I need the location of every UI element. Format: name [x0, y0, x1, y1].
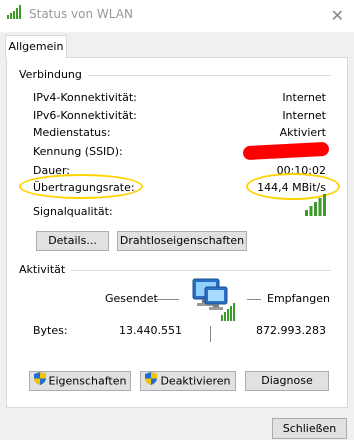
tab-panel: Verbindung IPv4-Konnektivität: Internet …	[6, 57, 348, 408]
close-button[interactable]: Schließen	[272, 418, 347, 439]
bytes-label: Bytes:	[33, 324, 68, 337]
ipv4-value: Internet	[282, 91, 326, 104]
tab-allgemein[interactable]: Allgemein	[5, 35, 67, 58]
properties-button[interactable]: Eigenschaften	[29, 371, 131, 391]
received-line	[247, 299, 261, 300]
shield-icon	[33, 372, 46, 391]
activity-divider	[210, 326, 211, 342]
highlight-ellipse	[19, 174, 143, 199]
media-status-value: Aktiviert	[279, 126, 326, 139]
network-computers-icon	[187, 275, 239, 328]
diagnose-button[interactable]: Diagnose	[245, 371, 329, 391]
bytes-received-value: 872.993.283	[256, 324, 326, 337]
redaction-mark	[242, 141, 330, 161]
activity-group-label: Aktivität	[19, 263, 72, 276]
received-label: Empfangen	[267, 292, 330, 305]
close-icon[interactable]: ✕	[331, 6, 344, 25]
sent-label: Gesendet	[105, 292, 158, 305]
ssid-label: Kennung (SSID):	[33, 145, 123, 158]
ipv6-value: Internet	[282, 109, 326, 122]
signal-quality-label: Signalqualität:	[33, 205, 113, 218]
deactivate-button-label: Deaktivieren	[160, 374, 231, 388]
ipv6-label: IPv6-Konnektivität:	[33, 109, 137, 122]
signal-bars-icon	[305, 194, 327, 219]
media-status-label: Medienstatus:	[33, 126, 111, 139]
group-divider	[81, 75, 331, 76]
wireless-properties-button[interactable]: Drahtloseigenschaften	[117, 231, 247, 251]
deactivate-button[interactable]: Deaktivieren	[140, 371, 236, 391]
group-divider	[69, 270, 331, 271]
wifi-signal-icon	[7, 5, 23, 22]
connection-group-label: Verbindung	[19, 68, 88, 81]
title-bar[interactable]: Status von WLAN ✕	[0, 0, 354, 32]
details-button[interactable]: Details...	[36, 231, 109, 251]
bytes-sent-value: 13.440.551	[119, 324, 182, 337]
properties-button-label: Eigenschaften	[48, 374, 127, 388]
window-title: Status von WLAN	[29, 7, 133, 21]
sent-line	[155, 299, 179, 300]
ipv4-label: IPv4-Konnektivität:	[33, 91, 137, 104]
shield-icon	[145, 372, 158, 391]
